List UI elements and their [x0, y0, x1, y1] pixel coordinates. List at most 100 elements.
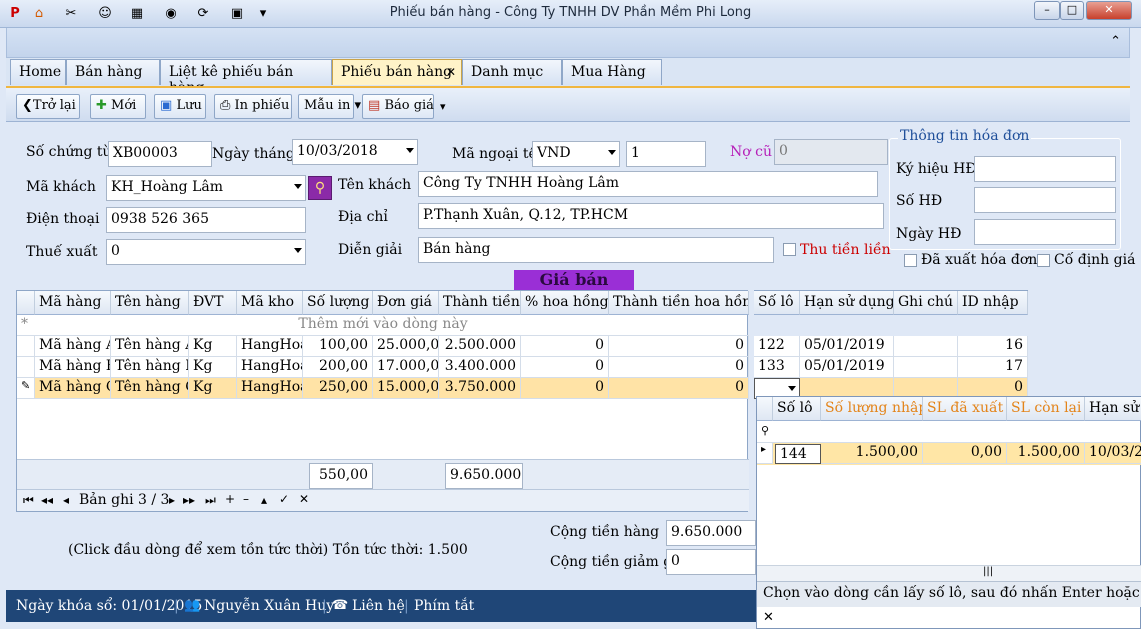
shortcuts-link[interactable]: Phím tắt [414, 598, 474, 614]
dien-giai-input[interactable]: Bán hàng [418, 237, 774, 263]
search-customer-icon[interactable]: ⚲ [308, 176, 332, 200]
popup-lot-so-lo[interactable]: 144 [775, 444, 821, 464]
popup-col-so-luong-nhap[interactable]: Số lượng nhập [821, 397, 923, 421]
giam-gia-input[interactable]: 0 [666, 549, 756, 575]
grid-cell[interactable]: 3.750.000 [439, 378, 521, 399]
grid-cell[interactable]: 100,00 [303, 336, 373, 357]
grid-cell[interactable]: 122 [754, 336, 800, 357]
grid-cell[interactable]: 25.000,00 [373, 336, 439, 357]
tab-ban-hang[interactable]: Bán hàng [66, 59, 160, 85]
col-so-lo[interactable]: Số lô [754, 291, 800, 315]
thue-xuat-select[interactable]: 0 [106, 239, 306, 265]
print-button[interactable]: ⎙ In phiếu [214, 94, 292, 119]
up-record-icon[interactable]: ▴ [261, 493, 267, 507]
grid-cell[interactable]: 17 [958, 357, 1028, 378]
grid-cell[interactable]: 0 [521, 357, 609, 378]
next-page-icon[interactable]: ▸▸ [183, 493, 195, 507]
first-record-icon[interactable]: ⏮ [23, 493, 34, 508]
grid-cell[interactable]: HangHoa [237, 378, 303, 399]
prev-record-icon[interactable]: ◂ [63, 493, 69, 507]
grid-cell[interactable]: 05/01/2019 [800, 336, 894, 357]
next-record-icon[interactable]: ▸ [169, 493, 175, 507]
grid-cell[interactable]: HangHoa [237, 357, 303, 378]
ngay-hd-input[interactable] [974, 219, 1116, 245]
price-list-banner[interactable]: Giá bán chung [514, 270, 634, 309]
grid-cell[interactable]: Mã hàng A [35, 336, 111, 357]
grid-cell[interactable]: 05/01/2019 [800, 357, 894, 378]
dien-thoai-input[interactable]: 0938 526 365 [106, 207, 306, 233]
grid-cell[interactable]: 133 [754, 357, 800, 378]
cancel-edit-icon[interactable]: ✕ [299, 492, 309, 506]
grid-cell[interactable]: Mã hàng B [35, 357, 111, 378]
last-record-icon[interactable]: ⏭ [205, 493, 216, 508]
grid-cell[interactable]: 15.000,00 [373, 378, 439, 399]
row-indicator[interactable]: ✎ [17, 378, 35, 399]
da-xuat-checkbox[interactable] [904, 254, 917, 267]
grid-cell[interactable]: 2.500.000 [439, 336, 521, 357]
grid-cell[interactable]: 0 [609, 357, 749, 378]
tab-phieu-ban-hang[interactable]: Phiếu bán hàng ✕ [332, 59, 462, 85]
grid-cell[interactable]: Tên hàng B [111, 357, 189, 378]
grid-cell[interactable]: 0 [609, 336, 749, 357]
row-indicator[interactable] [17, 357, 35, 378]
grid-cell[interactable]: Tên hàng C [111, 378, 189, 399]
prev-page-icon[interactable]: ◂◂ [41, 493, 53, 507]
tab-danh-muc[interactable]: Danh mục [462, 59, 562, 85]
delete-record-icon[interactable]: – [243, 492, 249, 506]
grid-cell[interactable]: HangHoa [237, 336, 303, 357]
col-hoa-hong[interactable]: % hoa hồng [521, 291, 609, 315]
thu-tien-lien-checkbox[interactable] [783, 243, 796, 256]
grid-cell[interactable]: Kg [189, 378, 237, 399]
save-button[interactable]: ▣ Lưu [154, 94, 206, 119]
add-record-icon[interactable]: + [225, 492, 235, 506]
popup-col-sl-da-xuat[interactable]: SL đã xuất [923, 397, 1007, 421]
grid-cell[interactable]: Tên hàng A [111, 336, 189, 357]
tab-mua-hang[interactable]: Mua Hàng [562, 59, 662, 85]
col-don-gia[interactable]: Đơn giá [373, 291, 439, 315]
col-ten-hang[interactable]: Tên hàng [111, 291, 189, 315]
new-row-placeholder[interactable]: * Thêm mới vào dòng này [17, 315, 749, 336]
co-dinh-gia-checkbox[interactable] [1037, 254, 1050, 267]
col-thanh-tien[interactable]: Thành tiền [439, 291, 521, 315]
so-hd-input[interactable] [974, 187, 1116, 213]
popup-lot-row[interactable]: ▸ 144 1.500,00 0,00 1.500,00 10/03/201 [757, 443, 1141, 465]
grid-cell[interactable]: 3.400.000 [439, 357, 521, 378]
tab-liet-ke[interactable]: Liệt kê phiếu bán hàng [160, 59, 332, 96]
grid-cell[interactable]: Mã hàng C [35, 378, 111, 399]
maximize-button[interactable]: □ [1060, 1, 1084, 20]
ty-gia-input[interactable]: 1 [626, 141, 706, 167]
col-ma-hang[interactable]: Mã hàng [35, 291, 111, 315]
popup-close-icon[interactable]: ✕ [763, 610, 774, 625]
minimize-button[interactable]: – [1034, 1, 1060, 20]
col-dvt[interactable]: ĐVT [189, 291, 237, 315]
col-han-su-dung[interactable]: Hạn sử dụng [800, 291, 894, 315]
grid-cell[interactable]: Kg [189, 357, 237, 378]
ky-hieu-input[interactable] [974, 156, 1116, 182]
grid-cell[interactable]: 17.000,00 [373, 357, 439, 378]
new-button[interactable]: ✚ Mới [90, 94, 146, 119]
grid-cell[interactable]: 0 [521, 336, 609, 357]
grid-cell[interactable]: 200,00 [303, 357, 373, 378]
col-tien-hoa-hong[interactable]: Thành tiền hoa hồng [609, 291, 749, 315]
dia-chi-input[interactable]: P.Thạnh Xuân, Q.12, TP.HCM [418, 203, 884, 229]
current-user[interactable]: Nguyễn Xuân Huy [204, 598, 334, 614]
ma-khach-select[interactable]: KH_Hoàng Lâm [106, 175, 306, 201]
quote-button[interactable]: ▤ Báo giá [362, 94, 434, 119]
tab-home[interactable]: Home [10, 59, 66, 85]
back-button[interactable]: ❮Trở lại [16, 94, 80, 119]
ma-ngoai-te-select[interactable]: VND [532, 141, 620, 167]
close-button[interactable]: ✕ [1086, 1, 1132, 20]
grid-cell[interactable]: 16 [958, 336, 1028, 357]
grid-cell[interactable]: 0 [521, 378, 609, 399]
popup-horizontal-scrollbar[interactable]: ||| [757, 565, 1141, 581]
collapse-ribbon-icon[interactable]: ⌃ [1110, 34, 1121, 49]
print-template-dropdown[interactable]: Mẫu in ▾ [298, 94, 361, 119]
col-so-luong[interactable]: Số lượng [303, 291, 373, 315]
so-chung-tu-input[interactable]: XB00003 [108, 141, 212, 167]
row-indicator[interactable] [17, 336, 35, 357]
col-ghi-chu[interactable]: Ghi chú [894, 291, 958, 315]
lot-dropdown-icon[interactable] [788, 386, 796, 391]
ten-khach-input[interactable]: Công Ty TNHH Hoàng Lâm [418, 171, 878, 197]
grid-cell[interactable]: Kg [189, 336, 237, 357]
popup-col-so-lo[interactable]: Số lô [773, 397, 821, 421]
